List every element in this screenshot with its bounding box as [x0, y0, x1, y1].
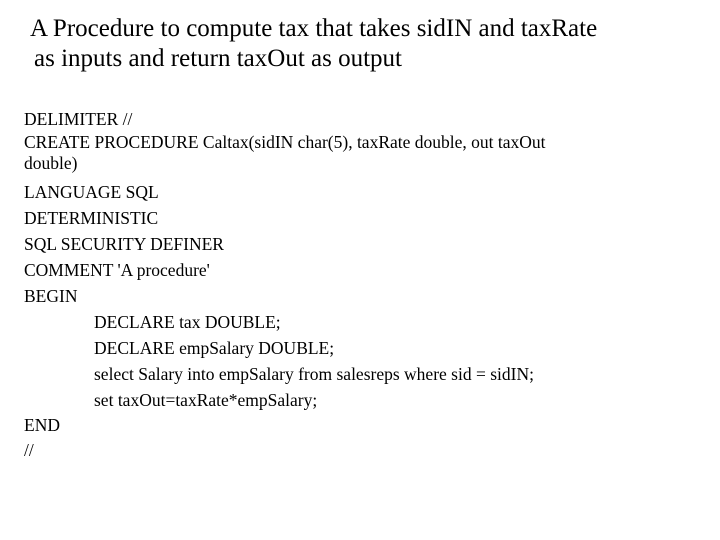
- code-line-deterministic: DETERMINISTIC: [24, 208, 159, 228]
- slide-title: A Procedure to compute tax that takes si…: [30, 14, 690, 74]
- sql-procedure-code-block: DELIMITER // CREATE PROCEDURE Caltax(sid…: [24, 106, 696, 463]
- code-line-comment: COMMENT 'A procedure': [24, 260, 210, 280]
- code-line-delimiter-terminator: //: [24, 440, 34, 460]
- code-line-create-procedure: CREATE PROCEDURE Caltax(sidIN char(5), t…: [24, 132, 546, 152]
- code-line-end: END: [24, 415, 60, 435]
- slide-title-line-1: A Procedure to compute tax that takes si…: [30, 15, 598, 42]
- code-line-sql-security-definer: SQL SECURITY DEFINER: [24, 234, 224, 254]
- code-line-delimiter: DELIMITER //: [24, 109, 133, 129]
- slide-canvas: A Procedure to compute tax that takes si…: [0, 0, 720, 540]
- code-line-select-salary: select Salary into empSalary from salesr…: [94, 364, 534, 384]
- code-line-language-sql: LANGUAGE SQL: [24, 182, 159, 202]
- code-line-create-procedure-continuation: double): [24, 153, 78, 173]
- code-line-set-taxout: set taxOut=taxRate*empSalary;: [94, 390, 318, 410]
- code-line-declare-empsalary: DECLARE empSalary DOUBLE;: [94, 338, 335, 358]
- slide-title-line-2: as inputs and return taxOut as output: [34, 45, 402, 72]
- code-line-declare-tax: DECLARE tax DOUBLE;: [94, 312, 281, 332]
- code-line-begin: BEGIN: [24, 286, 78, 306]
